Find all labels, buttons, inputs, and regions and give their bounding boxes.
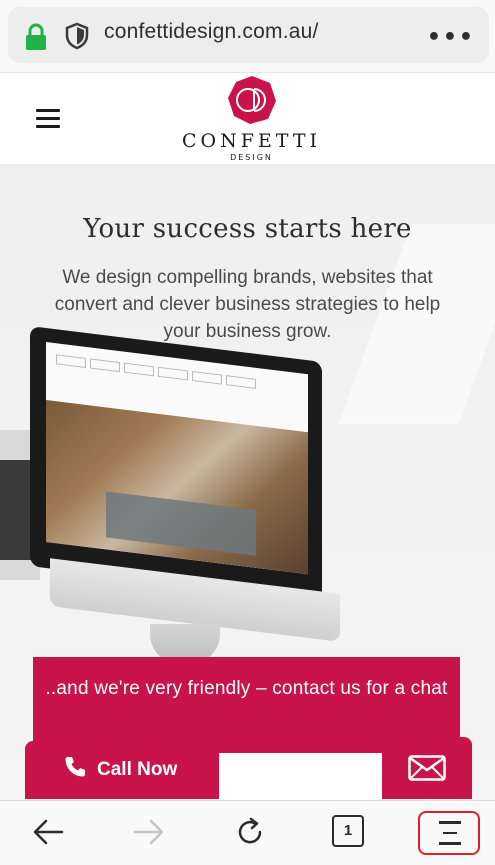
- hamburger-menu-icon[interactable]: [36, 109, 60, 129]
- monitor-mockup-image: [30, 326, 340, 664]
- reload-icon[interactable]: [233, 815, 267, 849]
- phone-icon: [65, 757, 85, 777]
- logo-subtitle: DESIGN: [230, 153, 273, 162]
- monitor-photo: [46, 400, 308, 575]
- url-text[interactable]: confettidesign.com.au/: [104, 20, 319, 44]
- hero-description: We design compelling brands, websites th…: [54, 267, 441, 342]
- address-bar[interactable]: confettidesign.com.au/ •••: [8, 7, 489, 63]
- logo-name[interactable]: CONFETTI: [0, 130, 495, 152]
- mail-icon: [408, 755, 446, 781]
- menu-icon: [439, 821, 461, 847]
- back-arrow-icon[interactable]: [31, 815, 65, 849]
- email-button[interactable]: [382, 737, 472, 799]
- hero-title: Your success starts here: [83, 214, 412, 244]
- confetti-logo-icon[interactable]: [227, 75, 277, 125]
- browser-toolbar: 1: [0, 800, 495, 865]
- call-now-label: Call Now: [97, 759, 178, 780]
- call-now-button[interactable]: Call Now: [25, 741, 219, 799]
- browser-url-area: confettidesign.com.au/ •••: [0, 0, 495, 72]
- cta-text: ..and we're very friendly – contact us f…: [45, 678, 448, 699]
- divider-strip: [220, 753, 382, 800]
- lock-icon: [26, 23, 46, 50]
- more-horizontal-icon[interactable]: •••: [427, 25, 475, 50]
- site-header: CONFETTI DESIGN: [0, 72, 495, 164]
- browser-menu-button[interactable]: [418, 811, 480, 855]
- forward-arrow-icon[interactable]: [132, 815, 166, 849]
- tabs-count-button[interactable]: 1: [332, 815, 364, 847]
- shield-icon[interactable]: [65, 22, 89, 50]
- hero-section: Your success starts here We design compe…: [0, 164, 495, 800]
